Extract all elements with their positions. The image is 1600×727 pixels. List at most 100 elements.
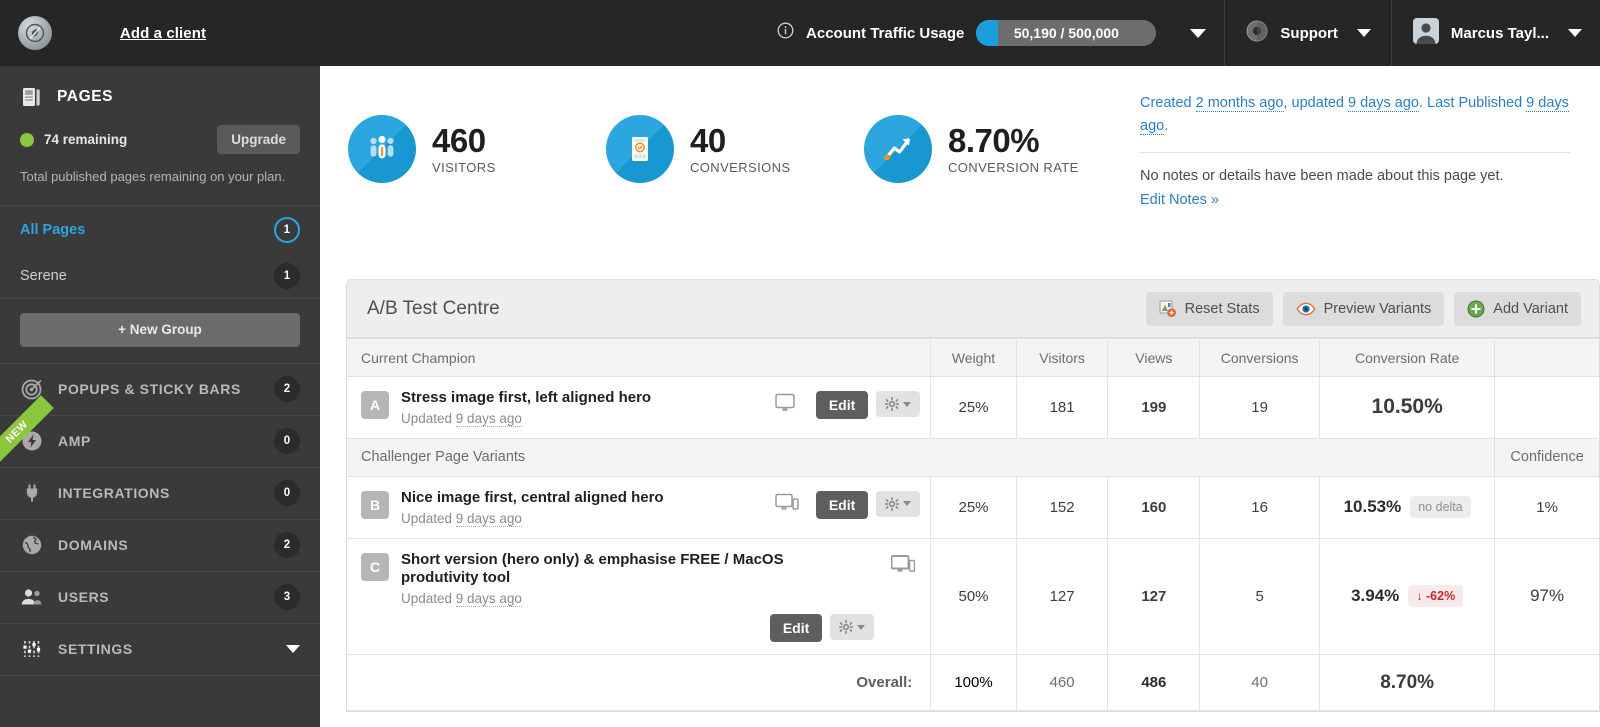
variant-updated-time[interactable]: 9 days ago <box>455 591 522 607</box>
upgrade-button[interactable]: Upgrade <box>217 125 300 154</box>
overall-row: Overall: 100% 460 486 40 8.70% <box>347 654 1599 711</box>
column-header-blank <box>1494 338 1599 377</box>
edit-notes-link[interactable]: Edit Notes » <box>1140 192 1219 208</box>
variant-updated-time[interactable]: 9 days ago <box>455 510 522 527</box>
gear-icon <box>885 397 900 411</box>
overall-confidence <box>1494 654 1599 711</box>
pages-title: PAGES <box>57 88 114 105</box>
sidebar-item-users[interactable]: USERS 3 <box>0 570 320 623</box>
sidebar-item-label: SETTINGS <box>58 641 133 658</box>
traffic-usage-meter: 50,190 / 500,000 <box>976 20 1157 46</box>
stat-text: 40 CONVERSIONS <box>690 123 791 176</box>
sidebar-item-popups-sticky-bars[interactable]: POPUPS & STICKY BARS 2 <box>0 362 320 415</box>
sidebar-item-integrations[interactable]: INTEGRATIONS 0 <box>0 466 320 519</box>
variant-settings-button[interactable] <box>876 490 921 517</box>
chevron-down-icon[interactable] <box>286 645 300 654</box>
edit-button[interactable]: Edit <box>815 490 869 519</box>
pages-remaining-label: 74 remaining <box>44 132 128 147</box>
variant-updated-time[interactable]: 9 days ago <box>455 410 522 427</box>
ab-test-table: Current Champion Weight Visitors Views C… <box>347 338 1599 711</box>
sidebar-item-count: 1 <box>274 262 300 289</box>
sidebar-item-serene[interactable]: Serene 1 <box>0 254 320 298</box>
variant-confidence[interactable]: 97% <box>1494 538 1599 655</box>
stat-conversion-rate: 8.70% CONVERSION RATE <box>864 90 1122 209</box>
stat-conversions: 40 CONVERSIONS <box>606 90 864 209</box>
pages-heading: PAGES <box>20 86 300 108</box>
variant-delta-badge: ↓ -62% <box>1408 585 1464 608</box>
variant-settings-button[interactable] <box>876 391 921 417</box>
stat-label: CONVERSIONS <box>690 160 791 176</box>
app-root: Add a client PAGES 74 remaining Upgrade … <box>0 0 1600 727</box>
sidebar-item-partial[interactable] <box>0 674 320 695</box>
variant-views: 199 <box>1107 376 1201 439</box>
variant-conversions: 16 <box>1199 476 1321 539</box>
preview-variants-button[interactable]: Preview Variants <box>1282 291 1445 326</box>
confidence-column-header: Confidence <box>1494 437 1599 477</box>
notes-created-time[interactable]: 2 months ago <box>1195 95 1284 112</box>
variant-letter: C <box>361 552 389 581</box>
stats-area: 460 VISITORS 40 CONVERSIONS 8.70% CONVER… <box>320 66 1600 209</box>
variant-c-cell: C Short version (hero only) & emphasise … <box>347 538 932 655</box>
column-header-views: Views <box>1107 338 1201 377</box>
chevron-down-icon[interactable] <box>1356 29 1371 37</box>
variant-visitors: 152 <box>1016 476 1109 539</box>
stat-value: 8.70% <box>948 121 1040 159</box>
edit-button[interactable]: Edit <box>815 391 869 419</box>
users-icon <box>20 587 44 607</box>
plus-circle-icon <box>1467 300 1485 318</box>
preview-variants-label: Preview Variants <box>1323 300 1432 317</box>
sidebar-item-settings[interactable]: SETTINGS <box>0 622 320 675</box>
variant-title[interactable]: Short version (hero only) & emphasise FR… <box>401 551 821 589</box>
sidebar-item-count: 2 <box>274 532 300 559</box>
variant-conversion-rate: 3.94% ↓ -62% <box>1319 538 1496 655</box>
overall-conversion-rate-value: 8.70% <box>1380 671 1435 693</box>
column-header-conversion-rate: Conversion Rate <box>1319 338 1496 377</box>
plug-icon <box>20 482 44 504</box>
edit-button[interactable]: Edit <box>769 614 823 642</box>
ab-panel-header: A/B Test Centre Reset Stats Preview Vari… <box>347 280 1599 338</box>
variant-title[interactable]: Stress image first, left aligned hero <box>401 389 651 406</box>
sidebar-header: Add a client <box>0 0 320 66</box>
sidebar-item-count: 3 <box>274 584 300 611</box>
chevron-down-icon[interactable] <box>1568 29 1582 37</box>
variant-conversions: 5 <box>1199 538 1321 655</box>
variant-confidence[interactable]: 1% <box>1494 476 1599 539</box>
sidebar: Add a client PAGES 74 remaining Upgrade … <box>0 0 320 727</box>
traffic-usage-group[interactable]: Account Traffic Usage 50,190 / 500,000 <box>320 20 1224 46</box>
support-menu[interactable]: Support <box>1225 19 1391 48</box>
reset-stats-button[interactable]: Reset Stats <box>1145 291 1273 326</box>
people-icon <box>348 115 416 184</box>
variant-conversions: 19 <box>1199 376 1321 439</box>
variant-settings-button[interactable] <box>830 614 875 640</box>
plan-note: Total published pages remaining on your … <box>20 169 286 184</box>
variant-conversion-rate-value: 10.53% <box>1343 497 1402 517</box>
notes-meta-mid2: . Last Published <box>1418 95 1527 111</box>
sidebar-item-domains[interactable]: DOMAINS 2 <box>0 518 320 571</box>
notes-updated-time[interactable]: 9 days ago <box>1348 95 1419 112</box>
stat-value: 460 <box>432 121 486 159</box>
add-variant-button[interactable]: Add Variant <box>1454 291 1581 326</box>
column-header-conversions: Conversions <box>1199 338 1321 377</box>
user-menu[interactable]: Marcus Tayl... <box>1392 17 1600 50</box>
new-group-button[interactable]: + New Group <box>20 312 300 347</box>
pages-remaining-row: 74 remaining Upgrade <box>20 125 300 154</box>
sidebar-item-all-pages[interactable]: All Pages 1 <box>0 206 320 254</box>
add-variant-label: Add Variant <box>1493 300 1568 317</box>
add-client-link[interactable]: Add a client <box>52 25 274 42</box>
status-dot-icon <box>20 132 34 147</box>
leaf-circle-logo-icon[interactable] <box>18 16 52 50</box>
sidebar-item-amp[interactable]: NEW AMP 0 <box>0 395 320 469</box>
overall-conversions: 40 <box>1199 654 1321 711</box>
chevron-down-icon[interactable] <box>1190 28 1207 38</box>
variant-title[interactable]: Nice image first, central aligned hero <box>401 489 664 506</box>
variant-confidence <box>1494 376 1599 439</box>
ab-panel-title: A/B Test Centre <box>367 297 500 319</box>
info-icon[interactable] <box>777 22 794 44</box>
variant-conversion-rate-value: 10.50% <box>1371 395 1443 419</box>
stat-text: 8.70% CONVERSION RATE <box>948 121 1079 175</box>
sidebar-item-label: DOMAINS <box>58 537 129 554</box>
variant-letter: A <box>361 391 389 419</box>
variant-conversion-rate: 10.53% no delta <box>1319 476 1496 539</box>
form-check-icon <box>606 115 674 184</box>
notes-meta: Created 2 months ago, updated 9 days ago… <box>1140 92 1570 138</box>
